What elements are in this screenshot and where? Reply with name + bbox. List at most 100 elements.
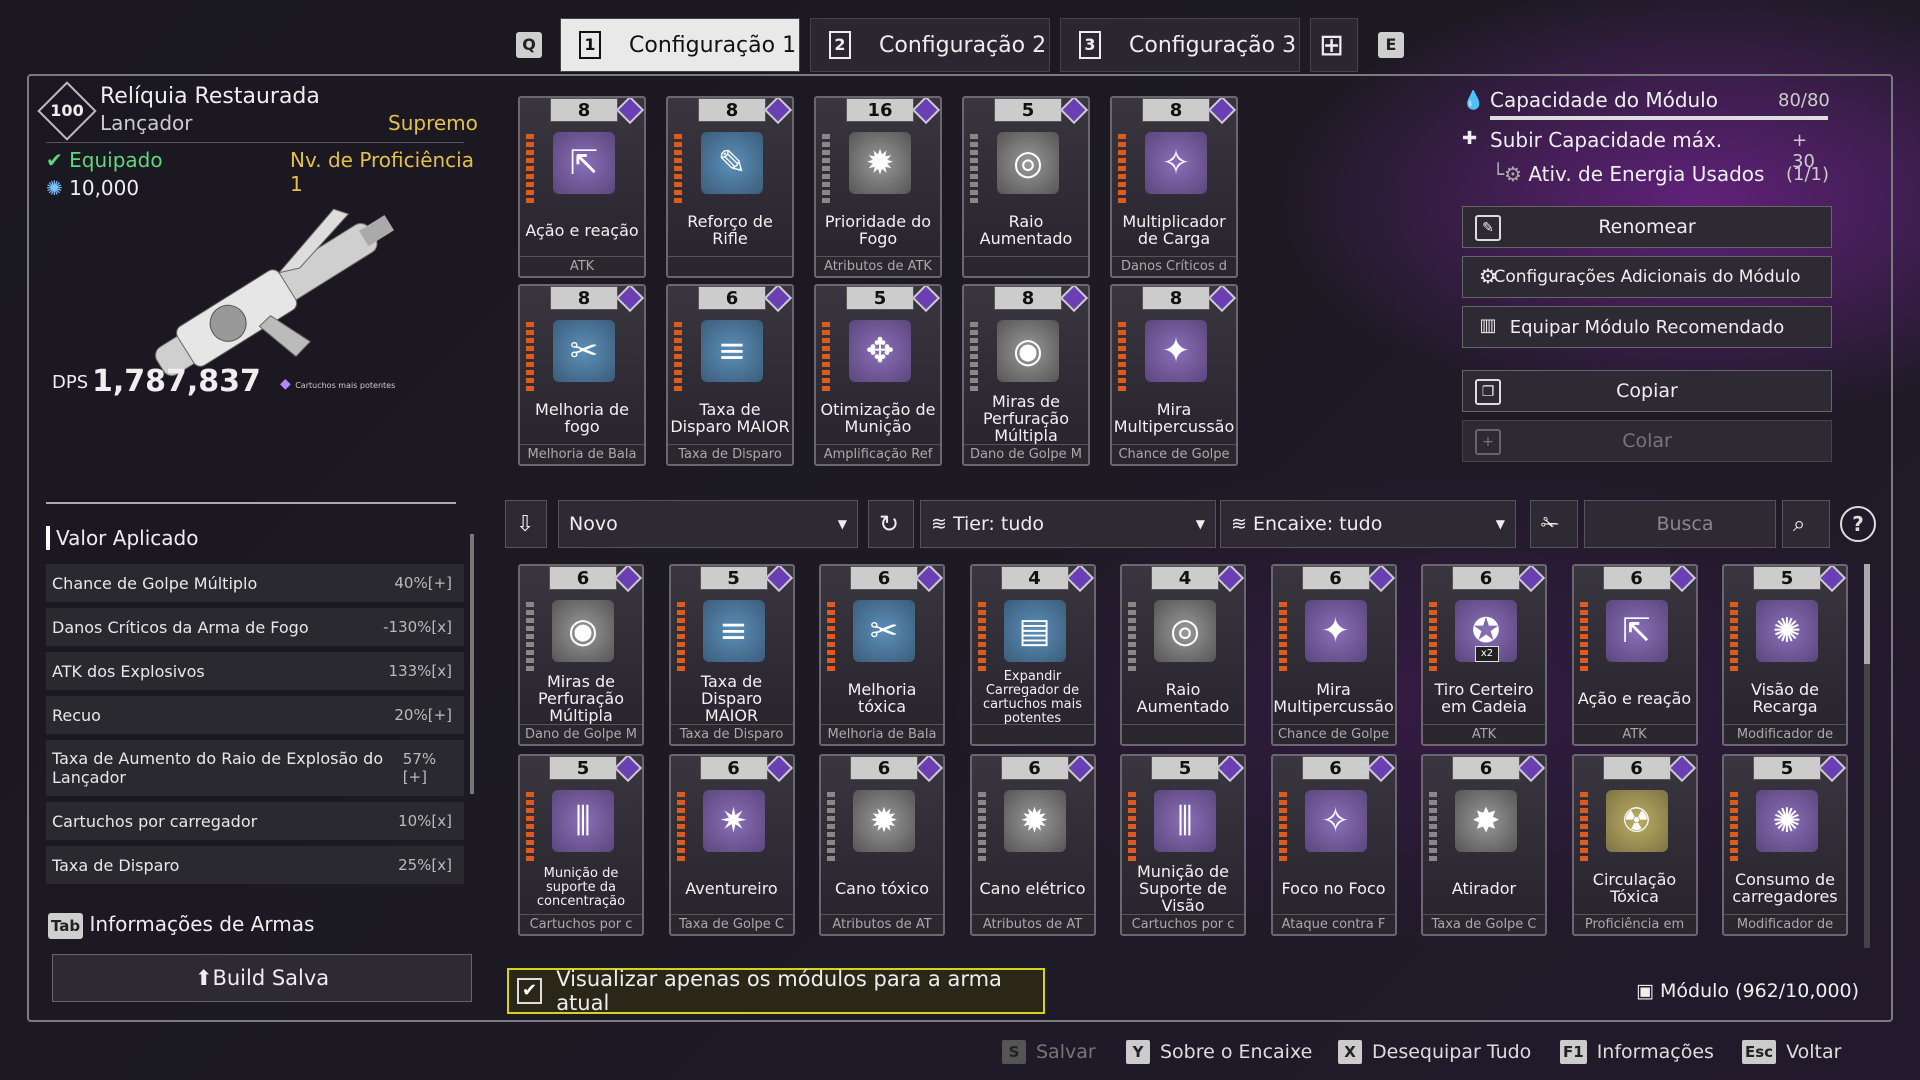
dps-value: 1,787,837 (92, 364, 261, 399)
socket-filter: ≋ Encaixe: tudo (1231, 513, 1382, 535)
copy-label: Copiar (1616, 380, 1678, 402)
extra-settings-button[interactable]: ⚙ Configurações Adicionais do Módulo (1462, 256, 1832, 298)
module-effect: Amplificação Ref (816, 444, 940, 464)
max-capacity-label: Subir Capacidade máx. (1490, 128, 1723, 152)
module-card[interactable]: 5 ⫼ Munição de suporte da concentração Cart… (518, 754, 644, 936)
save-key: S (1002, 1040, 1026, 1064)
module-card[interactable]: 6 ⇱ Ação e reação ATK (1571, 564, 1698, 746)
module-card[interactable]: 6 ≡ Taxa de Disparo MAIOR Taxa de Disparo (666, 284, 794, 466)
module-name: Miras de Perfuração Múltipla (982, 391, 1070, 445)
module-card[interactable]: 8 ✦ Mira Multipercussão Chance de Golpe (1110, 284, 1238, 466)
sort-dropdown[interactable]: Novo ▼ (558, 500, 858, 548)
stat-name: Cartuchos por carregador (52, 811, 258, 831)
module-level-bars (1730, 602, 1738, 674)
module-level-bars (1118, 322, 1126, 394)
add-config-button[interactable]: ⊞ (1310, 18, 1358, 72)
tab-config-3[interactable]: 3 Configuração 3 (1060, 18, 1300, 72)
module-cost: 6 (1602, 756, 1671, 780)
module-icon: ⫼ (1154, 790, 1216, 852)
tab-label: Configuração 3 (1129, 32, 1297, 58)
module-card[interactable]: 6 ✦ Mira Multipercussão Chance de Golpe (1270, 564, 1397, 746)
module-card[interactable]: 8 ✂ Melhoria de fogo Melhoria de Bala (518, 284, 646, 466)
module-card[interactable]: 5 ✺ Visão de Recarga Modificador de (1722, 564, 1848, 746)
module-card[interactable]: 6 ✂ Melhoria tóxica Melhoria de Bala (819, 564, 945, 746)
module-effect: Chance de Golpe (1272, 724, 1395, 744)
module-card[interactable]: 6 ✸ Atirador Taxa de Golpe C (1421, 754, 1547, 936)
module-card[interactable]: 5 ⫼ Munição de Suporte de Visão Cartuchos p… (1120, 754, 1246, 936)
module-effect: Proficiência em (1573, 914, 1696, 934)
x2-badge: x2 (1475, 646, 1499, 662)
next-tab-key[interactable]: E (1378, 32, 1404, 58)
rename-button[interactable]: ✎ Renomear (1462, 206, 1832, 248)
module-card[interactable]: 8 ⇱ Ação e reação ATK (518, 96, 646, 278)
inventory-scrollbar[interactable] (1864, 564, 1870, 948)
module-level-bars (1128, 792, 1136, 864)
module-card[interactable]: 5 ≡ Taxa de Disparo MAIOR Taxa de Disparo (668, 564, 795, 746)
paste-button[interactable]: + Colar (1462, 420, 1832, 462)
wrench-filter-button[interactable]: ✁ (1530, 500, 1578, 548)
module-icon: ✥ (849, 320, 911, 382)
module-card[interactable]: 5 ✺ Consumo de carregadores Modificador de (1722, 754, 1848, 936)
chart-icon: ▥ (1479, 315, 1497, 336)
recommend-button[interactable]: ▥ Equipar Módulo Recomendado (1462, 306, 1832, 348)
module-card[interactable]: 6 ✹ Cano tóxico Atributos de AT (819, 754, 945, 936)
module-card[interactable]: 5 ◎ Raio Aumentado (962, 96, 1090, 278)
stat-value: -130%[x] (383, 618, 452, 636)
paste-icon: + (1475, 429, 1501, 455)
module-card[interactable]: 16 ✹ Prioridade do Fogo Atributos de ATK (814, 96, 942, 278)
tier-dropdown[interactable]: ≋ Tier: tudo ▼ (920, 500, 1216, 548)
module-card[interactable]: 8 ◉ Miras de Perfuração Múltipla Dano de Go… (962, 284, 1090, 466)
back-hint[interactable]: Esc Voltar (1742, 1040, 1841, 1064)
current-weapon-filter-checkbox[interactable]: ✔ Visualizar apenas os módulos para a arm… (507, 967, 1045, 1015)
save-hint[interactable]: S Salvar (1002, 1040, 1096, 1064)
module-card[interactable]: 6 ✧ Foco no Foco Ataque contra F (1270, 754, 1397, 936)
module-icon: ✷ (702, 790, 765, 852)
module-card[interactable]: 8 ✧ Multiplicador de Carga Danos Críticos d (1110, 96, 1238, 278)
module-card[interactable]: 6 ✹ Cano elétrico Atributos de AT (969, 754, 1096, 936)
module-level-bars (1429, 602, 1437, 674)
copy-button[interactable]: ❐ Copiar (1462, 370, 1832, 412)
module-icon: ✂ (553, 320, 615, 382)
socket-dropdown[interactable]: ≋ Encaixe: tudo ▼ (1220, 500, 1516, 548)
chevron-down-icon: ▼ (1495, 517, 1505, 531)
prev-tab-key[interactable]: Q (516, 32, 542, 58)
module-card[interactable]: 8 ✎ Reforço de Rifle (666, 96, 794, 278)
socket-icon (613, 756, 642, 783)
refresh-icon: ↻ (879, 510, 900, 538)
module-card[interactable]: 6 ✪ Tiro Certeiro em Cadeia ATK x2 (1421, 564, 1547, 746)
stats-scrollbar[interactable] (470, 534, 474, 794)
reset-filter-button[interactable]: ↻ (868, 500, 914, 548)
module-icon: ✦ (1304, 600, 1367, 662)
module-icon: ✂ (853, 600, 915, 662)
sort-order-button[interactable]: ⇩ (505, 500, 547, 548)
applied-stat-row: Taxa de Aumento do Raio de Explosão do L… (46, 740, 464, 796)
unequip-all-hint[interactable]: X Desequipar Tudo (1338, 1040, 1531, 1064)
search-input[interactable]: Busca (1584, 500, 1776, 548)
socket-icon (1366, 566, 1395, 593)
module-card[interactable]: 5 ✥ Otimização de Munição Amplificação Ref (814, 284, 942, 466)
about-socket-hint[interactable]: Y Sobre o Encaixe (1126, 1040, 1312, 1064)
scroll-thumb[interactable] (1864, 564, 1870, 664)
module-icon: ◉ (997, 320, 1059, 382)
tab-config-1[interactable]: 1 Configuração 1 (560, 18, 800, 72)
module-level-bars (827, 792, 835, 864)
info-hint[interactable]: F1 Informações (1560, 1040, 1714, 1064)
module-card[interactable]: 6 ✷ Aventureiro Taxa de Golpe C (668, 754, 795, 936)
module-level-bars (822, 322, 830, 394)
module-card[interactable]: 4 ◎ Raio Aumentado (1120, 564, 1246, 746)
module-name: Foco no Foco (1281, 878, 1386, 898)
search-button[interactable]: ⌕ (1782, 500, 1830, 548)
stat-value: 40%[+] (394, 574, 452, 592)
weapon-info-link[interactable]: Tab Informações de Armas (48, 912, 314, 939)
help-button[interactable]: ? (1840, 506, 1876, 542)
module-cost: 5 (549, 756, 617, 780)
module-card[interactable]: 6 ◉ Miras de Perfuração Múltipla Dano de Go… (518, 564, 644, 746)
stat-name: Taxa de Aumento do Raio de Explosão do L… (52, 749, 384, 787)
module-card[interactable]: 4 ▤ Expandir Carregador de cartuchos mais … (969, 564, 1096, 746)
applied-stat-row: Cartuchos por carregador 10%[x] (46, 802, 464, 840)
box-icon: ▣ (1636, 980, 1660, 1002)
saved-build-button[interactable]: ⬆ Build Salva (52, 954, 472, 1002)
equipped-status: ✔ Equipado (46, 148, 163, 172)
module-card[interactable]: 6 ☢ Circulação Tóxica Proficiência em (1571, 754, 1698, 936)
tab-config-2[interactable]: 2 Configuração 2 (810, 18, 1050, 72)
